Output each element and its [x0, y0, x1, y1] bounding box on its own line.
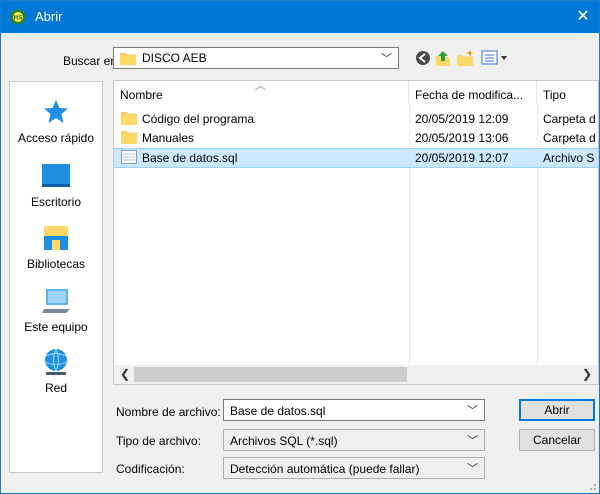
list-item[interactable]: Manuales 20/05/2019 13:06 Carpeta d: [114, 129, 598, 147]
lookin-label: Buscar en:: [63, 54, 121, 68]
back-icon[interactable]: [413, 49, 433, 67]
star-icon: [44, 100, 68, 123]
resize-grip-icon[interactable]: [587, 481, 597, 491]
filename-label: Nombre de archivo:: [116, 405, 221, 419]
place-label: Red: [44, 381, 67, 395]
lookin-dropdown[interactable]: DISCO AEB ﹀: [113, 47, 399, 69]
new-folder-icon[interactable]: [455, 49, 475, 67]
list-item-selected[interactable]: Base de datos.sql 20/05/2019 12:07 Archi…: [114, 148, 598, 168]
place-quick-access[interactable]: Acceso rápido: [10, 96, 102, 145]
open-button[interactable]: Abrir: [519, 399, 595, 421]
chevron-down-icon: ﹀: [467, 435, 478, 447]
filetype-dropdown[interactable]: Archivos SQL (*.sql) ﹀: [223, 429, 485, 451]
file-list[interactable]: ︿ Nombre Fecha de modifica... Tipo Códig…: [113, 80, 599, 385]
places-bar: Acceso rápido Escritorio Bibliotecas Est…: [9, 81, 103, 473]
svg-text:HS: HS: [13, 15, 22, 22]
file-name: Base de datos.sql: [142, 151, 238, 165]
network-icon: [44, 348, 68, 375]
place-network[interactable]: Red: [10, 346, 102, 395]
computer-icon: [42, 289, 70, 313]
list-item[interactable]: Código del programa 20/05/2019 12:09 Car…: [114, 110, 598, 128]
folder-icon: [121, 131, 137, 144]
view-menu-icon[interactable]: [481, 49, 511, 67]
filename-value: Base de datos.sql: [230, 404, 326, 418]
file-name: Código del programa: [142, 112, 255, 126]
place-this-pc[interactable]: Este equipo: [10, 285, 102, 334]
column-header-type[interactable]: Tipo: [537, 81, 598, 103]
desktop-icon: [42, 164, 70, 187]
file-type: Carpeta d: [543, 112, 596, 126]
file-date: 20/05/2019 12:07: [415, 151, 509, 165]
sort-ascending-icon: ︿: [255, 81, 266, 92]
window-title: Abrir: [35, 9, 63, 24]
scrollbar-thumb[interactable]: [134, 367, 407, 382]
column-header-date[interactable]: Fecha de modifica...: [409, 81, 537, 103]
libraries-icon: [44, 226, 68, 250]
place-label: Este equipo: [24, 320, 88, 334]
up-folder-icon[interactable]: [433, 49, 453, 67]
chevron-down-icon: ﹀: [467, 463, 478, 475]
file-type: Archivo S: [543, 151, 595, 165]
file-date: 20/05/2019 12:09: [415, 112, 509, 126]
open-dialog: HS Abrir ✕ Buscar en: DISCO AEB ﹀ Acceso…: [0, 0, 600, 494]
encoding-dropdown[interactable]: Detección automática (puede fallar) ﹀: [223, 457, 485, 479]
title-bar[interactable]: HS Abrir ✕: [1, 1, 599, 33]
cancel-button[interactable]: Cancelar: [519, 429, 595, 451]
column-header-label: Nombre: [120, 88, 163, 102]
place-label: Acceso rápido: [17, 131, 95, 145]
filetype-value: Archivos SQL (*.sql): [230, 434, 338, 448]
file-type: Carpeta d: [543, 131, 596, 145]
column-header-name[interactable]: ︿ Nombre: [114, 81, 409, 103]
horizontal-scrollbar[interactable]: ❮ ❯: [114, 365, 598, 384]
file-name: Manuales: [142, 131, 195, 145]
chevron-down-icon[interactable]: ﹀: [467, 402, 478, 418]
lookin-value: DISCO AEB: [142, 51, 207, 65]
close-button[interactable]: ✕: [567, 1, 599, 33]
folder-icon: [120, 53, 136, 65]
encoding-value: Detección automática (puede fallar): [230, 462, 420, 476]
file-date: 20/05/2019 13:06: [415, 131, 509, 145]
folder-icon: [121, 112, 137, 125]
scroll-left-icon[interactable]: ❮: [120, 365, 130, 384]
place-label: Bibliotecas: [26, 257, 86, 271]
place-label: Escritorio: [30, 195, 81, 209]
filename-combo[interactable]: Base de datos.sql ﹀: [223, 399, 485, 421]
chevron-down-icon: ﹀: [381, 53, 392, 65]
app-icon: HS: [10, 9, 26, 25]
place-libraries[interactable]: Bibliotecas: [10, 222, 102, 271]
filetype-label: Tipo de archivo:: [116, 434, 201, 448]
encoding-label: Codificación:: [116, 462, 185, 476]
place-desktop[interactable]: Escritorio: [10, 160, 102, 209]
sql-file-icon: [121, 150, 137, 164]
scroll-right-icon[interactable]: ❯: [582, 365, 592, 384]
